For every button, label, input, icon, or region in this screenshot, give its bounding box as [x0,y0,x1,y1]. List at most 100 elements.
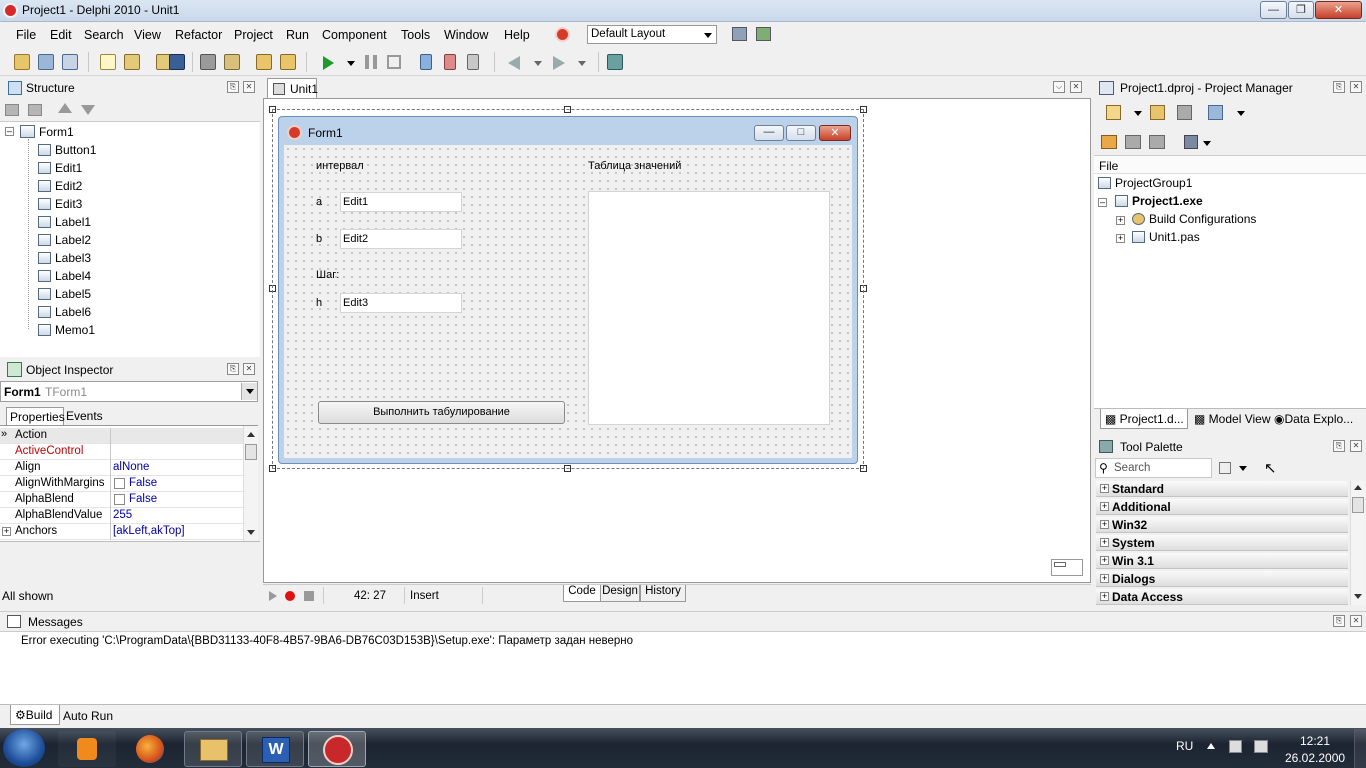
taskbar-firefox[interactable] [121,731,179,767]
pin-icon[interactable]: ⎘ [227,363,239,375]
dropdown-icon[interactable] [1239,466,1247,471]
tree-item-edit3[interactable]: Edit3 [38,197,82,211]
expand-icon[interactable] [1125,135,1141,149]
tree-item-label5[interactable]: Label5 [38,287,91,301]
back-icon[interactable] [508,56,520,70]
close-icon[interactable]: ✕ [243,81,255,93]
network-icon[interactable] [1229,740,1242,753]
new-icon[interactable] [100,54,116,70]
palette-category-dialogs[interactable]: + Dialogs [1096,571,1348,587]
move-up-icon[interactable] [58,103,72,113]
property-row-activecontrol[interactable]: ActiveControl [0,444,258,460]
menu-edit[interactable]: Edit [50,28,72,42]
tree-item-label3[interactable]: Label3 [38,251,91,265]
form-maximize-button[interactable]: □ [786,125,816,141]
tree-item-memo1[interactable]: Memo1 [38,323,95,337]
edit3-field[interactable]: Edit3 [340,293,462,313]
add-file-icon[interactable] [256,54,272,70]
clock-date[interactable]: 26.02.2000 [1285,751,1345,765]
scroll-up-icon[interactable] [1354,485,1362,490]
tab-project[interactable]: ▩ Project1.d... [1100,409,1188,429]
clock-time[interactable]: 12:21 [1300,734,1330,748]
open-icon[interactable] [124,54,140,70]
add-new-icon[interactable] [1150,105,1165,120]
tree-item-edit1[interactable]: Edit1 [38,161,82,175]
menu-run[interactable]: Run [286,28,309,42]
object-selector[interactable]: Form1 TForm1 [0,381,258,402]
pause-icon[interactable] [365,55,377,69]
new-items-icon[interactable] [14,54,30,70]
activate-icon[interactable] [1106,105,1121,120]
tab-list-icon[interactable]: ⌵ [1053,81,1065,93]
tab-events[interactable]: Events [66,409,103,423]
tree-item-project1-exe[interactable]: Project1.exe [1115,194,1203,208]
dropdown-icon[interactable] [1237,111,1245,116]
close-button[interactable]: ✕ [1315,1,1362,19]
palette-category-standard[interactable]: + Standard [1096,481,1348,497]
tab-model-view[interactable]: ▩ Model View [1194,412,1270,426]
set-layout-icon[interactable] [756,27,771,41]
run-icon[interactable] [323,56,334,70]
property-row-alphablend[interactable]: AlphaBlend False [0,492,258,508]
scroll-down-icon[interactable] [1354,594,1362,599]
tray-overflow-icon[interactable] [1207,743,1215,749]
expand-toggle-icon[interactable]: + [1116,234,1125,243]
message-line[interactable]: Error executing 'C:\ProgramData\{BBD3113… [21,635,633,647]
palette-category-additional[interactable]: + Additional [1096,499,1348,515]
tab-data-explorer[interactable]: ◉Data Explo... [1274,412,1353,426]
pin-icon[interactable]: ⎘ [1333,81,1345,93]
open-project-icon[interactable] [38,54,54,70]
taskbar-word[interactable]: W [246,731,304,767]
scroll-up-icon[interactable] [247,432,255,437]
property-row-align[interactable]: Align alNone [0,460,258,476]
tab-build[interactable]: ⚙Build [10,705,60,725]
memo1[interactable] [588,191,830,425]
palette-category-system[interactable]: + System [1096,535,1348,551]
back-dropdown-icon[interactable] [534,61,542,66]
close-icon[interactable]: ✕ [1350,615,1362,627]
tree-item-button1[interactable]: Button1 [38,143,96,157]
stop-macro-icon[interactable] [304,591,314,601]
play-macro-icon[interactable] [269,591,277,601]
tab-auto-run[interactable]: Auto Run [63,709,113,723]
tab-properties[interactable]: Properties [6,407,65,425]
tab-code[interactable]: Code [563,585,601,602]
menu-tools[interactable]: Tools [401,28,430,42]
remove-file-icon[interactable] [280,54,296,70]
tree-item-build-configurations[interactable]: Build Configurations [1132,212,1256,226]
tab-unit1[interactable]: Unit1 [267,78,318,98]
maximize-button[interactable]: ❐ [1288,1,1314,19]
close-icon[interactable]: ✕ [243,363,255,375]
close-icon[interactable]: ✕ [1350,440,1362,452]
language-indicator[interactable]: RU [1176,739,1193,753]
layout-select[interactable]: Default Layout [587,25,717,44]
run-to-cursor-icon[interactable] [467,54,479,70]
tree-item-projectgroup[interactable]: ProjectGroup1 [1098,176,1192,190]
collapse-icon[interactable] [1149,135,1165,149]
edit2-field[interactable]: Edit2 [340,229,462,249]
menu-project[interactable]: Project [234,28,273,42]
tab-design[interactable]: Design [600,585,640,602]
forward-dropdown-icon[interactable] [578,61,586,66]
menu-help[interactable]: Help [504,28,530,42]
pin-icon[interactable]: ⎘ [227,81,239,93]
pin-icon[interactable]: ⎘ [1333,615,1345,627]
minimize-button[interactable]: — [1260,1,1287,19]
tabulate-button[interactable]: Выполнить табулирование [318,401,565,424]
collapse-toggle-icon[interactable]: – [1098,198,1107,207]
volume-icon[interactable] [1254,740,1268,753]
close-icon[interactable]: ✕ [1350,81,1362,93]
taskbar-delphi[interactable] [308,731,366,767]
checkbox[interactable] [114,494,125,505]
move-down-icon[interactable] [81,105,95,115]
edit1-field[interactable]: Edit1 [340,192,462,212]
remove-icon[interactable] [1177,105,1192,120]
palette-category-data-access[interactable]: + Data Access [1096,589,1348,605]
menu-window[interactable]: Window [444,28,488,42]
taskbar-explorer[interactable] [184,731,242,767]
pointer-icon[interactable]: ↖ [1264,459,1277,477]
tree-item-label4[interactable]: Label4 [38,269,91,283]
palette-category-win31[interactable]: + Win 3.1 [1096,553,1348,569]
palette-scrollbar[interactable] [1350,481,1365,605]
forward-icon[interactable] [553,56,565,70]
